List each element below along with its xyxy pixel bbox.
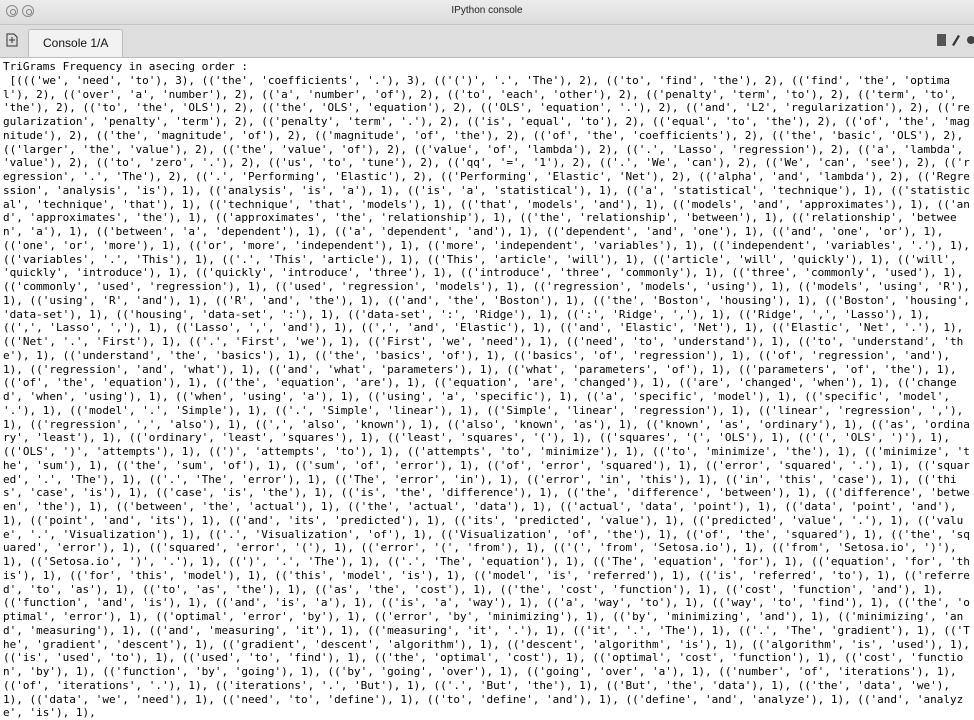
console-header-line: TriGrams Frequency in asecing order :	[3, 60, 249, 73]
console-toolbar	[937, 34, 974, 46]
console-output-area[interactable]: TriGrams Frequency in asecing order : [(…	[0, 58, 974, 720]
trigram-frequency-list: [((('we', 'need', 'to'), 3), (('the', 'c…	[3, 73, 970, 720]
console-text: TriGrams Frequency in asecing order : [(…	[0, 58, 971, 720]
browse-tabs-icon[interactable]	[6, 33, 18, 47]
options-gear-icon[interactable]	[965, 34, 974, 46]
window-title: IPython console	[451, 5, 523, 16]
stop-kernel-icon[interactable]	[937, 34, 946, 46]
console-tab-bar: Console 1/A	[0, 25, 974, 58]
edit-icon[interactable]	[951, 34, 960, 46]
window-titlebar: IPython console	[0, 0, 974, 25]
tab-console-1a[interactable]: Console 1/A	[28, 29, 124, 57]
